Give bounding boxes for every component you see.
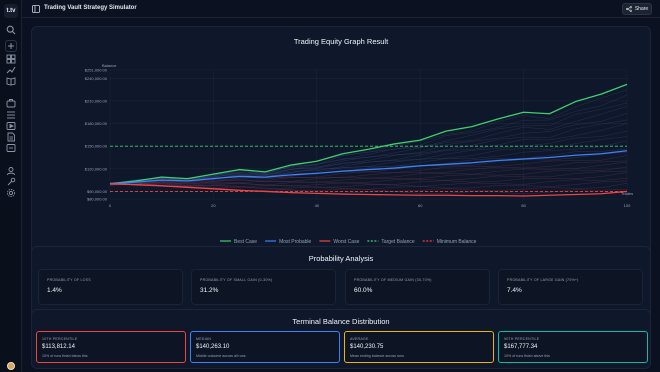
stat-label: PROBABILITY OF LARGE GAIN (70%+)	[507, 278, 579, 282]
stat-label: PROBABILITY OF LOSS	[47, 278, 91, 282]
users-icon[interactable]	[6, 166, 16, 176]
percentile-label: AVERAGE	[350, 337, 369, 341]
trend-icon[interactable]	[6, 65, 16, 75]
legend-label: Most Probable	[279, 239, 311, 245]
y-tick-label: $120,000.00	[85, 166, 108, 171]
stat-value: 7.4%	[507, 287, 522, 294]
percentile-desc: Middle outcome across all runs	[196, 354, 246, 358]
top-bar: Trading Vault Strategy Simulator Share	[22, 0, 660, 18]
percentile-label: 90TH PERCENTILE	[504, 337, 540, 341]
legend-label: Target Balance	[381, 239, 415, 245]
sidebar-toggle-icon[interactable]	[32, 5, 40, 13]
percentile-desc: 10% of runs finish below this	[42, 354, 88, 358]
user-avatar[interactable]	[7, 362, 15, 370]
document-icon[interactable]	[6, 132, 16, 142]
wrench-icon[interactable]	[6, 177, 16, 187]
stat-medium-gain: PROBABILITY OF MEDIUM GAIN (30-70%) 60.0…	[345, 269, 490, 305]
percentile-desc: 10% of runs finish above this	[504, 354, 550, 358]
percentile-10: 10TH PERCENTILE $113,812.14 10% of runs …	[36, 331, 186, 363]
briefcase-icon[interactable]	[6, 98, 16, 108]
percentile-label: MEDIAN	[196, 337, 212, 341]
app-title: Trading Vault Strategy Simulator	[44, 5, 137, 11]
legend-label: Best Case	[234, 239, 257, 245]
share-label: Share	[634, 6, 649, 12]
message-icon[interactable]	[6, 143, 16, 153]
media-icon[interactable]	[6, 121, 16, 131]
average: AVERAGE $140,230.75 Mean ending balance …	[344, 331, 494, 363]
y-tick-label: $251,000.00	[85, 68, 108, 73]
x-tick-label: 20	[211, 203, 216, 208]
stat-small-gain: PROBABILITY OF SMALL GAIN (0-30%) 31.2%	[191, 269, 336, 305]
simulation-path	[109, 102, 628, 183]
x-tick-label: 40	[315, 203, 320, 208]
median: MEDIAN $140,263.10 Middle outcome across…	[190, 331, 340, 363]
y-tick-label: $210,000.00	[85, 98, 108, 103]
share-icon	[625, 6, 632, 12]
y-tick-label: $180,000.00	[85, 121, 108, 126]
search-icon[interactable]	[6, 25, 16, 35]
probability-title: Probability Analysis	[308, 254, 374, 263]
distribution-title: Terminal Balance Distribution	[292, 317, 390, 326]
x-tick-label: 80	[521, 203, 526, 208]
stat-label: PROBABILITY OF MEDIUM GAIN (30-70%)	[354, 278, 432, 282]
terminal-distribution-card: Terminal Balance Distribution 10TH PERCE…	[31, 309, 651, 369]
library-icon[interactable]	[6, 54, 16, 64]
simulation-path	[109, 106, 628, 185]
x-tick-label: 100	[624, 203, 631, 208]
stat-value: 31.2%	[200, 287, 219, 294]
stat-value: 1.4%	[47, 287, 62, 294]
percentile-label: 10TH PERCENTILE	[42, 337, 78, 341]
add-icon[interactable]	[5, 40, 17, 52]
x-tick-label: 60	[418, 203, 423, 208]
y-tick-label: $240,000.00	[85, 76, 108, 81]
equity-chart-card: Trading Equity Graph Result $251,000.00 $…	[31, 26, 651, 259]
main-content: Trading Equity Graph Result $251,000.00 $…	[22, 18, 660, 372]
y-tick-label: $90,000.00	[87, 189, 108, 194]
percentile-value: $167,777.34	[504, 344, 538, 350]
percentile-90: 90TH PERCENTILE $167,777.34 10% of runs …	[498, 331, 648, 363]
y-tick-label: $150,000.00	[85, 144, 108, 149]
stat-value: 60.0%	[354, 287, 373, 294]
y-tick-label: $80,000.00	[87, 197, 108, 202]
y-axis-label: Balance	[102, 63, 117, 68]
stat-large-gain: PROBABILITY OF LARGE GAIN (70%+) 7.4%	[498, 269, 643, 305]
settings-icon[interactable]	[6, 188, 16, 198]
sidebar: t.tv	[0, 0, 22, 372]
app-logo[interactable]: t.tv	[4, 4, 18, 18]
legend-label: Minimum Balance	[437, 239, 477, 245]
list-icon[interactable]	[6, 110, 16, 120]
percentile-desc: Mean ending balance across runs	[350, 354, 404, 358]
stat-loss: PROBABILITY OF LOSS 1.4%	[38, 269, 183, 305]
percentile-value: $140,230.75	[350, 344, 384, 350]
book-icon[interactable]	[6, 76, 16, 86]
percentile-value: $113,812.14	[42, 344, 75, 350]
legend-label: Worst Case	[333, 239, 359, 245]
equity-chart: $251,000.00 $240,000.00 $210,000.00 $180,00…	[85, 63, 633, 245]
x-tick-label: 0	[109, 203, 112, 208]
percentile-value: $140,263.10	[196, 344, 230, 350]
share-button[interactable]: Share	[622, 3, 652, 15]
stat-label: PROBABILITY OF SMALL GAIN (0-30%)	[200, 278, 273, 282]
